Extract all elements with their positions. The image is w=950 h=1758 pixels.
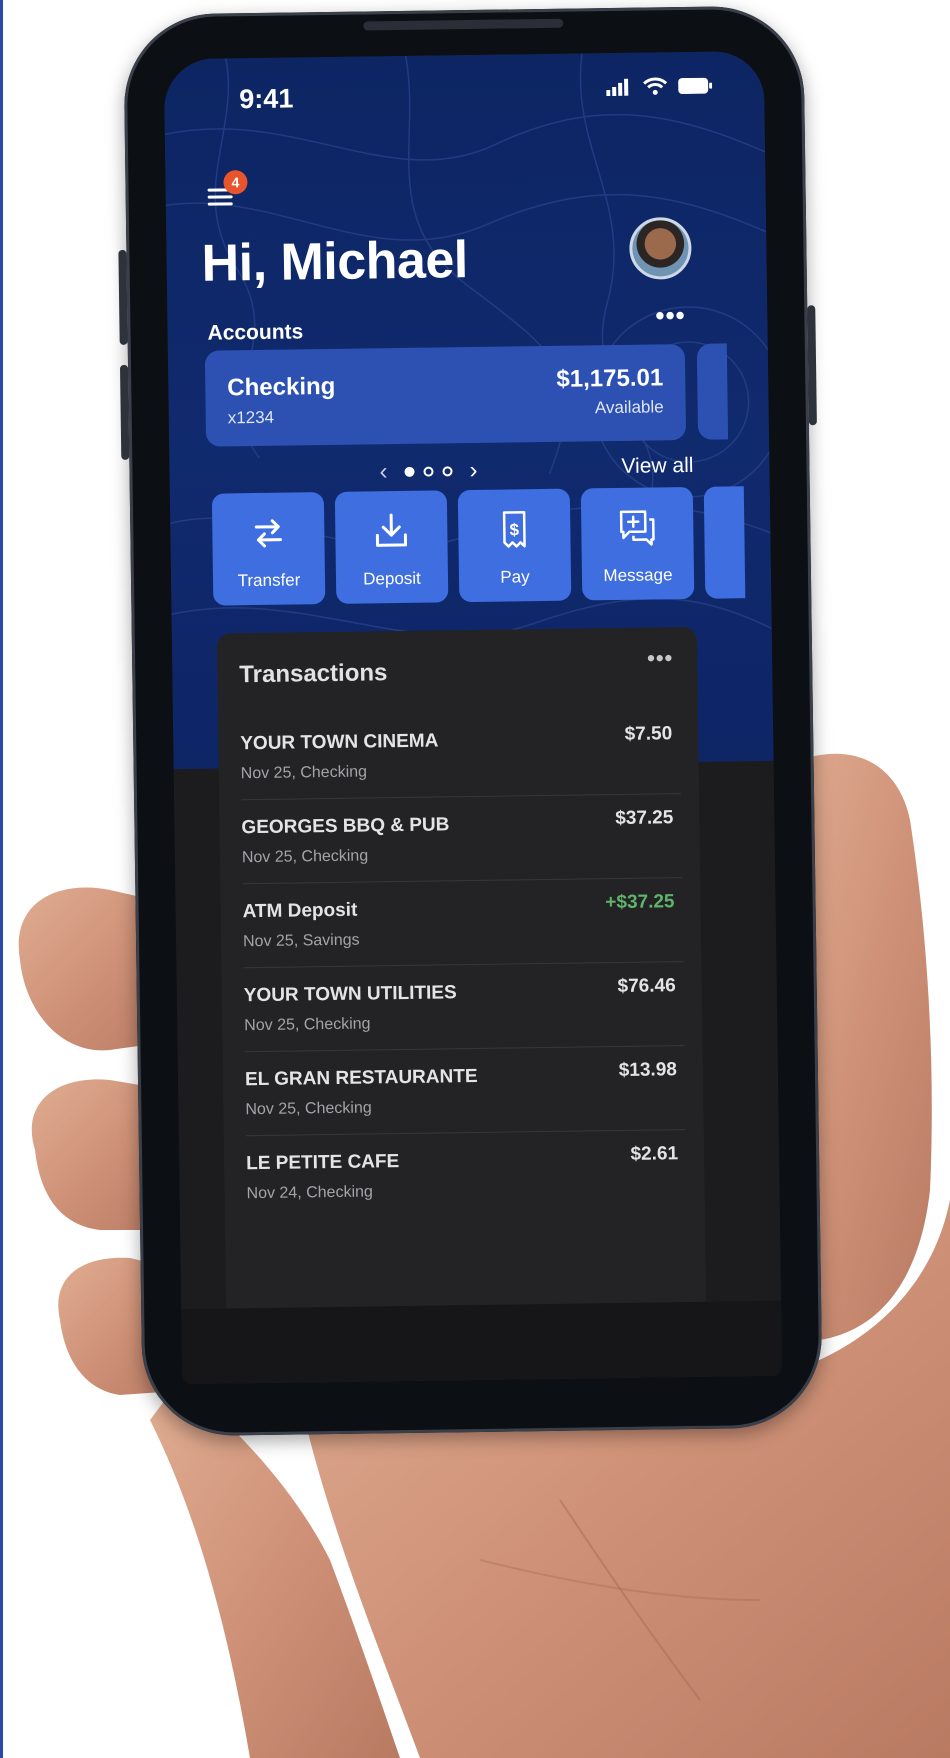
svg-text:$: $ <box>509 520 519 539</box>
transaction-amount: $13.98 <box>618 1059 678 1081</box>
status-time: 9:41 <box>239 83 294 115</box>
transactions-title: Transactions <box>239 659 388 689</box>
accounts-label: Accounts <box>207 320 304 345</box>
transaction-merchant: LE PETITE CAFE <box>246 1151 400 1175</box>
transaction-amount: $76.46 <box>617 975 676 998</box>
account-name: Checking <box>227 372 336 402</box>
account-pager: ‹ › <box>379 457 477 486</box>
transaction-merchant: ATM Deposit <box>242 899 358 923</box>
transaction-detail: Nov 25, Checking <box>244 1015 371 1035</box>
transaction-detail: Nov 25, Checking <box>245 1099 372 1119</box>
transfer-icon <box>254 519 282 548</box>
transaction-merchant: YOUR TOWN UTILITIES <box>243 982 457 1007</box>
status-bar: 9:41 <box>164 51 765 119</box>
transactions-panel: Transactions ••• YOUR TOWN CINEMA Nov 25… <box>216 626 708 1385</box>
message-icon <box>619 510 655 546</box>
menu-button[interactable]: 4 <box>203 170 248 219</box>
transaction-row[interactable]: LE PETITE CAFE Nov 24, Checking $2.61 <box>246 1129 687 1219</box>
phone-device: 9:41 4 Hi, Michael Accounts ••• Checking… <box>118 5 823 1437</box>
battery-icon <box>678 77 713 95</box>
message-label: Message <box>603 565 673 586</box>
status-icons <box>606 76 713 97</box>
pager-dot[interactable] <box>423 466 434 477</box>
account-card-next-peek[interactable] <box>696 343 729 440</box>
pager-next-button[interactable]: › <box>469 457 477 485</box>
wifi-icon <box>643 77 668 95</box>
greeting-title: Hi, Michael <box>201 231 469 293</box>
pay-icon: $ <box>502 511 526 548</box>
bottom-bar <box>181 1300 783 1385</box>
transfer-label: Transfer <box>237 570 301 591</box>
deposit-button[interactable]: Deposit <box>334 490 449 604</box>
pager-dot-active[interactable] <box>404 466 415 477</box>
message-button[interactable]: Message <box>580 486 695 601</box>
accounts-more-button[interactable]: ••• <box>655 300 686 331</box>
transaction-amount-credit: +$37.25 <box>605 891 675 914</box>
earpiece <box>363 18 564 31</box>
transaction-detail: Nov 24, Checking <box>246 1183 373 1203</box>
transaction-detail: Nov 25, Checking <box>241 847 369 867</box>
transaction-row[interactable]: YOUR TOWN UTILITIES Nov 25, Checking $76… <box>243 961 685 1053</box>
transaction-row[interactable]: GEORGES BBQ & PUB Nov 25, Checking $37.2… <box>241 793 683 885</box>
account-balance: $1,175.01 <box>556 364 664 393</box>
volume-up-button <box>118 249 128 345</box>
transaction-merchant: EL GRAN RESTAURANTE <box>244 1065 478 1091</box>
volume-down-button <box>119 364 130 460</box>
transaction-merchant: YOUR TOWN CINEMA <box>240 730 439 755</box>
account-number: x1234 <box>227 407 275 428</box>
app-screen: 9:41 4 Hi, Michael Accounts ••• Checking… <box>163 50 783 1385</box>
pay-button[interactable]: $ Pay <box>457 488 572 603</box>
transaction-amount: $37.25 <box>615 807 674 830</box>
more-action-peek[interactable] <box>703 486 746 599</box>
transaction-row[interactable]: ATM Deposit Nov 25, Savings +$37.25 <box>242 877 684 969</box>
transaction-amount: $7.50 <box>624 723 673 745</box>
transfer-button[interactable]: Transfer <box>211 492 326 606</box>
transaction-amount: $2.61 <box>630 1143 679 1165</box>
power-button <box>807 305 817 426</box>
signal-icon <box>606 78 629 97</box>
account-card-checking[interactable]: Checking x1234 $1,175.01 Available <box>204 344 687 447</box>
pay-label: Pay <box>500 567 530 587</box>
transaction-detail: Nov 25, Checking <box>240 763 368 783</box>
transaction-row[interactable]: EL GRAN RESTAURANTE Nov 25, Checking $13… <box>244 1045 686 1137</box>
transactions-more-button[interactable]: ••• <box>647 645 673 671</box>
deposit-label: Deposit <box>363 568 421 589</box>
deposit-icon <box>375 513 408 547</box>
transaction-row[interactable]: YOUR TOWN CINEMA Nov 25, Checking $7.50 <box>239 709 682 801</box>
pager-prev-button[interactable]: ‹ <box>379 458 387 486</box>
account-balance-label: Available <box>594 397 664 418</box>
view-all-link[interactable]: View all <box>621 454 693 479</box>
transaction-merchant: GEORGES BBQ & PUB <box>241 814 450 839</box>
transaction-detail: Nov 25, Savings <box>242 931 360 951</box>
pager-dot[interactable] <box>442 466 453 477</box>
